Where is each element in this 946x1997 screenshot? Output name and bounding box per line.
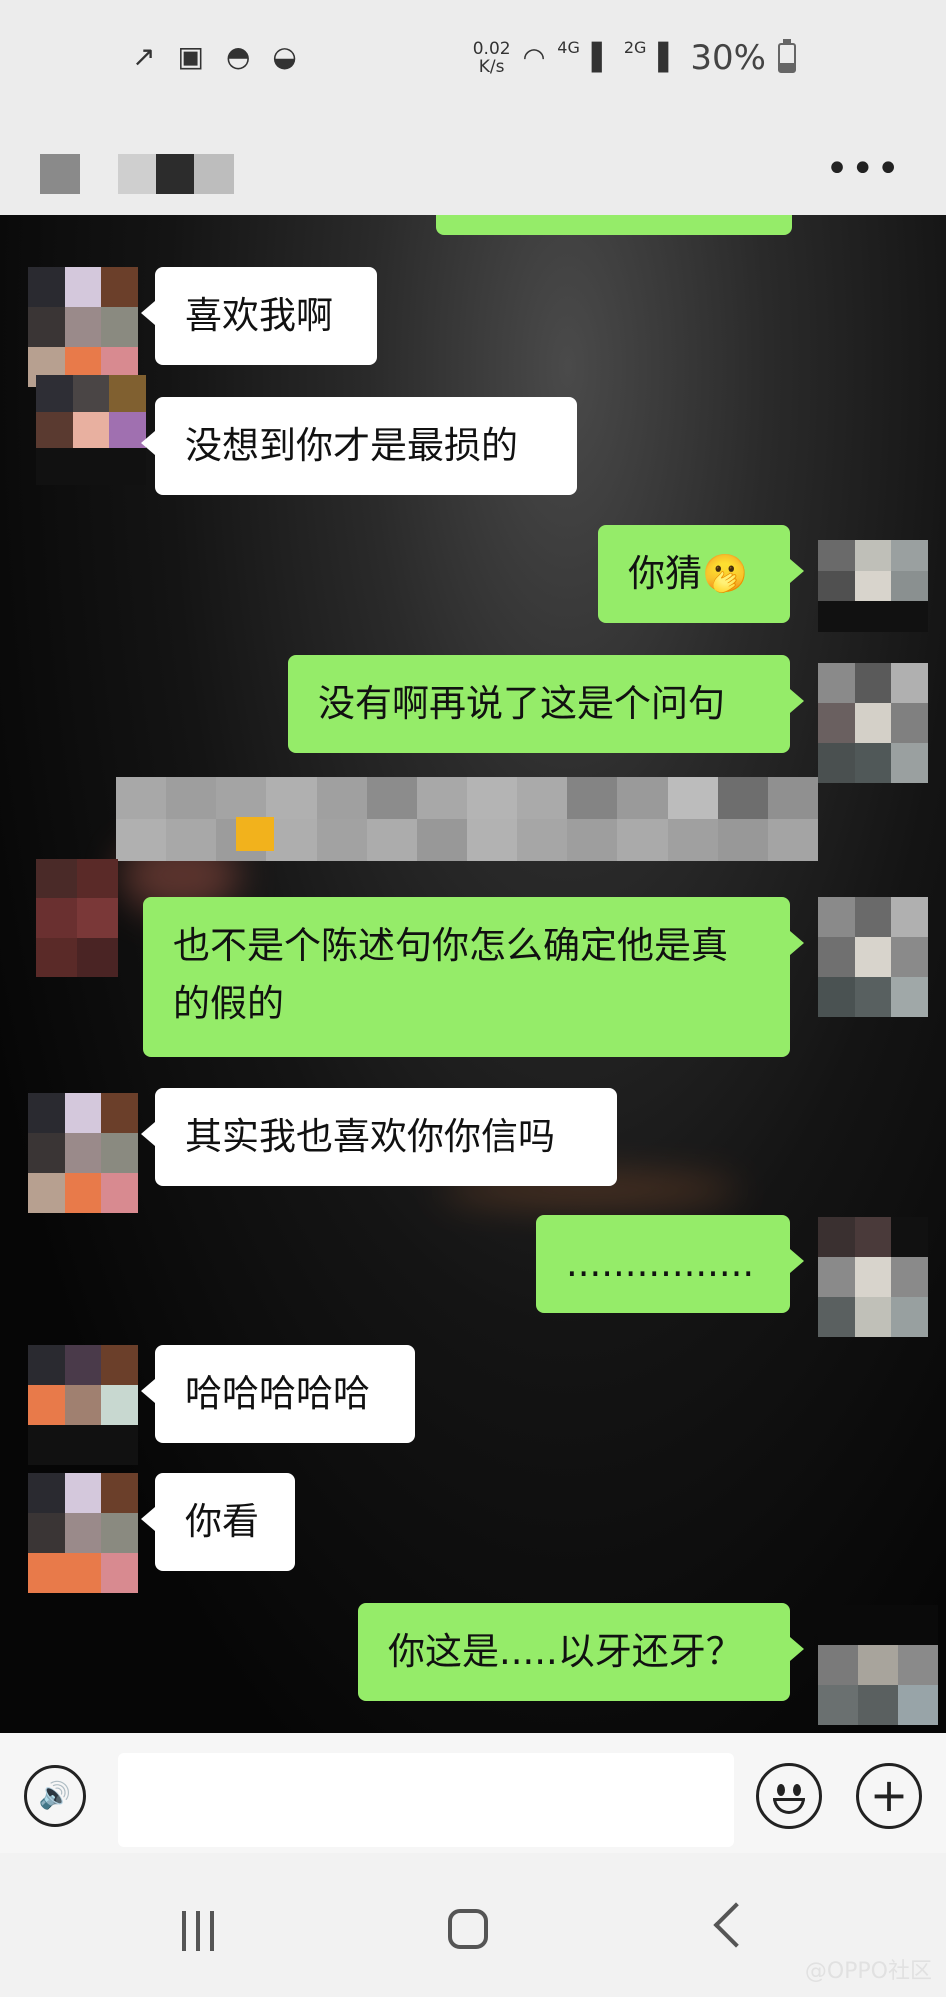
avatar-contact[interactable] xyxy=(36,859,118,977)
avatar-self[interactable] xyxy=(818,1605,938,1725)
voice-icon[interactable]: 🔊 xyxy=(24,1765,86,1827)
message-bubble[interactable]: 其实我也喜欢你你信吗 xyxy=(141,1088,617,1186)
signal-bars-icon-2: ▌ xyxy=(658,43,679,73)
image-icon: ▣ xyxy=(177,40,204,73)
watermark: @OPPO社区 xyxy=(804,1959,932,1984)
back-icon[interactable] xyxy=(713,1902,759,1948)
message-bubble[interactable]: 喜欢我啊 xyxy=(141,267,377,365)
net-speed: 0.02 K/s xyxy=(472,39,511,77)
avatar-contact[interactable] xyxy=(28,1093,138,1213)
avatar-contact[interactable] xyxy=(36,375,146,485)
message-bubble[interactable]: 你这是.....以牙还牙？ xyxy=(358,1603,804,1701)
message-bubble[interactable]: 也不是个陈述句你怎么确定他是真的假的 xyxy=(143,897,804,1057)
message-bubble[interactable]: 没想到你才是最损的 xyxy=(141,397,577,495)
recent-apps-icon[interactable] xyxy=(182,1911,214,1951)
more-button[interactable]: ••• xyxy=(825,146,902,192)
message-bubble[interactable]: 你看 xyxy=(141,1473,295,1571)
status-bar: ↗ ▣ ◓ ◒ 0.02 K/s ◠ 4G ▌ 2G ▌ 30% xyxy=(0,0,946,120)
avatar-contact[interactable] xyxy=(28,1345,138,1465)
avatar-self[interactable] xyxy=(818,897,928,1017)
battery-percent: 30% xyxy=(690,38,766,78)
signal-4g: 4G xyxy=(557,38,580,57)
chat-area[interactable]: 喜欢我啊 没想到你才是最损的 你猜🫢 没有啊再说了这是个问句 也不是个陈述句你怎… xyxy=(0,215,946,1733)
battery-icon xyxy=(778,39,796,73)
arrow-icon: ↗ xyxy=(132,40,156,73)
notification-icons: ↗ ▣ ◓ ◒ xyxy=(132,40,297,73)
avatar-self[interactable] xyxy=(818,663,928,783)
system-nav-bar: @OPPO社区 xyxy=(0,1853,946,1997)
message-bubble[interactable]: 没有啊再说了这是个问句 xyxy=(288,655,804,753)
status-indicators: 0.02 K/s ◠ 4G ▌ 2G ▌ 30% xyxy=(473,38,796,78)
avatar-contact[interactable] xyxy=(28,267,138,387)
input-bar: 🔊 + xyxy=(0,1733,946,1853)
app-icon: ◓ xyxy=(225,40,251,73)
plus-icon[interactable]: + xyxy=(856,1763,922,1829)
wifi-icon: ◠ xyxy=(522,43,546,73)
message-input[interactable] xyxy=(118,1753,734,1847)
signal-2g: 2G xyxy=(623,38,647,57)
message-bubble[interactable]: ................ xyxy=(536,1215,804,1313)
avatar-self[interactable] xyxy=(818,1217,928,1337)
emoji-icon[interactable] xyxy=(756,1763,822,1829)
home-icon[interactable] xyxy=(448,1909,488,1949)
message-bubble[interactable]: 哈哈哈哈哈 xyxy=(141,1345,415,1443)
chat-header: ••• xyxy=(0,120,946,215)
app-icon-2: ◒ xyxy=(272,40,297,73)
contact-name-blurred xyxy=(40,154,80,194)
avatar-contact[interactable] xyxy=(28,1473,138,1593)
signal-bars-icon: ▌ xyxy=(591,43,612,73)
top-green-bubble-partial xyxy=(436,215,792,235)
message-bubble[interactable]: 你猜🫢 xyxy=(598,525,804,623)
redacted-region xyxy=(116,777,818,861)
avatar-self[interactable] xyxy=(818,540,928,632)
